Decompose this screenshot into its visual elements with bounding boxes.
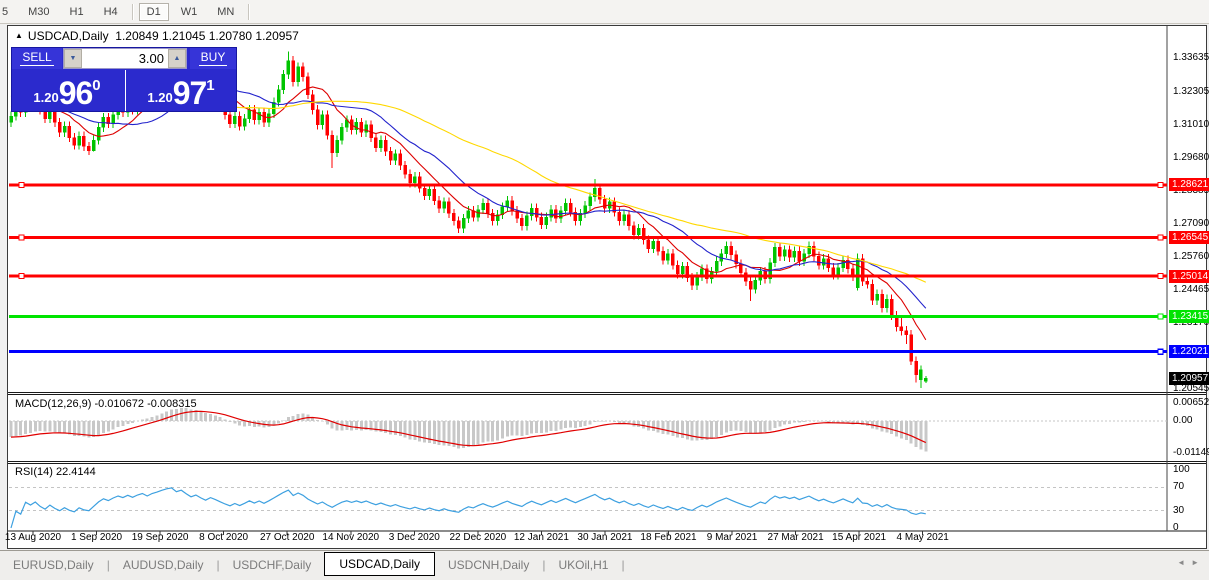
timeframe-button-h4[interactable]: H4	[96, 3, 126, 21]
price-axis-tick: 1.31010	[1173, 118, 1209, 130]
current-price-label: 1.20957	[1169, 372, 1209, 386]
macd-axis-tick: 0.00	[1173, 415, 1193, 426]
date-axis-label: 18 Feb 2021	[640, 532, 697, 543]
date-axis-label: 19 Sep 2020	[131, 532, 189, 543]
tab-eurusd-daily[interactable]: EURUSD,Daily	[0, 554, 107, 576]
chart-window: ▲ USDCAD,Daily 1.20849 1.21045 1.20780 1.…	[4, 25, 1209, 549]
macd-indicator-label: MACD(12,26,9) -0.010672 -0.008315	[15, 398, 197, 410]
timeframe-button-5[interactable]: 5	[0, 3, 16, 21]
tab-audusd-daily[interactable]: AUDUSD,Daily	[110, 554, 217, 576]
timeframe-button-mn[interactable]: MN	[209, 3, 242, 21]
macd-axis-tick: -0.01149	[1173, 446, 1209, 458]
hline-price-label: 1.23415	[1169, 309, 1209, 323]
volume-input[interactable]	[82, 49, 168, 68]
buy-price-button[interactable]: 1.20 97 1	[125, 70, 236, 111]
buy-button[interactable]: BUY	[190, 48, 236, 69]
tab-scroll-arrows[interactable]: ◄►	[1177, 558, 1205, 567]
rsi-axis-tick: 0	[1173, 522, 1179, 533]
date-axis-label: 9 Mar 2021	[706, 532, 758, 543]
date-axis-label: 30 Jan 2021	[577, 532, 633, 543]
date-axis-label: 3 Dec 2020	[388, 532, 440, 543]
date-axis-label: 22 Dec 2020	[449, 532, 507, 543]
sell-price-button[interactable]: 1.20 96 0	[12, 70, 122, 111]
sell-price-pip: 0	[92, 77, 101, 94]
sell-price-prefix: 1.20	[33, 90, 59, 105]
collapse-triangle-icon[interactable]: ▲	[15, 31, 23, 40]
one-click-trading-panel: SELL ▼ ▲ BUY 1.20 96 0 1.20 97 1	[11, 47, 237, 112]
timeframe-button-m30[interactable]: M30	[20, 3, 57, 21]
volume-increase-button[interactable]: ▲	[168, 49, 186, 68]
price-axis-tick: 1.25760	[1173, 251, 1209, 263]
hline-price-label: 1.25014	[1169, 269, 1209, 283]
sell-button-label: SELL	[20, 50, 54, 66]
date-axis-label: 1 Sep 2020	[70, 532, 123, 543]
chart-tab-bar: EURUSD,Daily | AUDUSD,Daily | USDCHF,Daily US…	[0, 550, 1209, 579]
rsi-indicator-label: RSI(14) 22.4144	[15, 466, 96, 478]
tab-separator: |	[621, 558, 625, 572]
date-axis-label: 12 Jan 2021	[513, 532, 569, 543]
hline-price-label: 1.26545	[1169, 230, 1209, 244]
tab-usdcnh-daily[interactable]: USDCNH,Daily	[435, 554, 542, 576]
volume-spinner: ▼ ▲	[63, 48, 187, 69]
sell-price-big: 96	[58, 75, 94, 111]
timeframe-button-d1[interactable]: D1	[138, 2, 169, 21]
tab-usdcad-daily[interactable]: USDCAD,Daily	[324, 552, 435, 576]
buy-button-label: BUY	[198, 50, 228, 66]
chart-ohlc-values: 1.20849 1.21045 1.20780 1.20957	[115, 29, 299, 43]
price-axis-tick: 1.32305	[1173, 85, 1209, 97]
sell-button[interactable]: SELL	[12, 48, 62, 69]
date-axis-label: 27 Oct 2020	[259, 532, 315, 543]
hline-price-label: 1.22021	[1169, 345, 1209, 359]
timeframe-toolbar: 5 M30 H1 H4 D1 W1 MN	[0, 0, 1209, 24]
tab-scroll-right-icon[interactable]: ►	[1191, 558, 1205, 567]
rsi-axis-tick: 30	[1173, 504, 1185, 516]
date-axis-label: 8 Oct 2020	[199, 532, 249, 543]
toolbar-separator	[131, 3, 133, 20]
buy-price-pip: 1	[206, 77, 215, 94]
chart-header: ▲ USDCAD,Daily 1.20849 1.21045 1.20780 1.…	[15, 29, 299, 43]
toolbar-separator	[248, 3, 250, 20]
tab-ukoil-h1[interactable]: UKOil,H1	[545, 554, 621, 576]
price-axis-tick: 1.29680	[1173, 152, 1209, 164]
timeframe-button-w1[interactable]: W1	[173, 3, 206, 21]
buy-price-big: 97	[172, 75, 208, 111]
date-axis-label: 4 May 2021	[896, 532, 949, 543]
volume-decrease-button[interactable]: ▼	[64, 49, 82, 68]
chart-symbol-label: USDCAD,Daily	[27, 29, 109, 43]
buy-price-prefix: 1.20	[147, 90, 173, 105]
price-axis-tick: 1.33635	[1173, 52, 1209, 64]
price-axis-tick: 1.27090	[1173, 217, 1209, 229]
rsi-axis-tick: 100	[1173, 464, 1190, 475]
rsi-axis-tick: 70	[1173, 481, 1185, 493]
date-axis-label: 13 Aug 2020	[4, 532, 62, 543]
tab-scroll-left-icon[interactable]: ◄	[1177, 558, 1191, 567]
timeframe-button-h1[interactable]: H1	[62, 3, 92, 21]
date-axis-label: 27 Mar 2021	[767, 532, 824, 543]
tab-usdchf-daily[interactable]: USDCHF,Daily	[220, 554, 325, 576]
macd-axis-tick: 0.006521	[1173, 396, 1209, 408]
date-axis-label: 14 Nov 2020	[322, 532, 380, 543]
date-axis-label: 15 Apr 2021	[832, 532, 887, 543]
hline-price-label: 1.28621	[1169, 178, 1209, 192]
price-axis-tick: 1.24465	[1173, 283, 1209, 295]
